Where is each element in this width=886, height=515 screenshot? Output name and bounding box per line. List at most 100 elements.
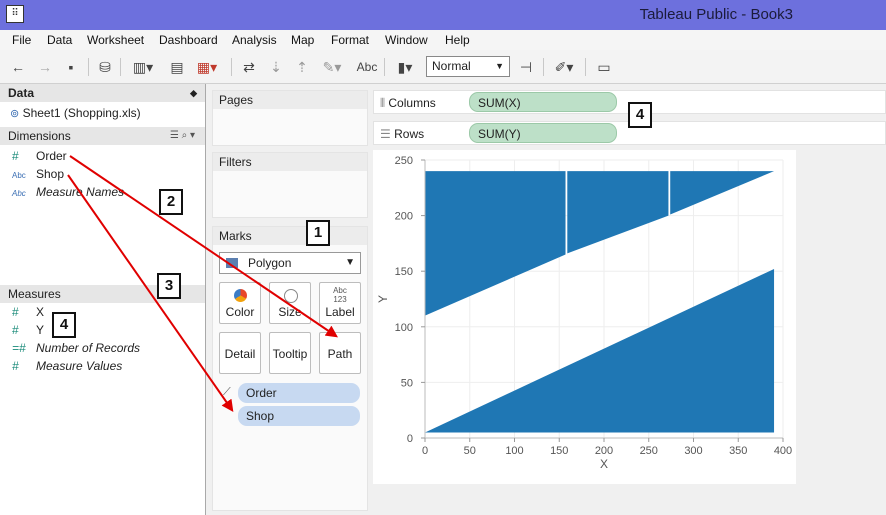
sum-x-pill[interactable]: SUM(X) (469, 92, 617, 112)
data-source-item[interactable]: ⊚ Sheet1 (Shopping.xls) (10, 104, 141, 122)
x-tick-label: 200 (595, 445, 613, 457)
sort-ascending-icon[interactable]: ⇣ (266, 57, 286, 77)
show-me-icon[interactable]: ▮▾ (389, 57, 421, 77)
sum-y-pill[interactable]: SUM(Y) (469, 123, 617, 143)
detail-button[interactable]: Detail (219, 332, 261, 374)
show-labels-button[interactable]: Abc (352, 57, 382, 77)
duplicate-sheet-icon[interactable]: ▤ (166, 57, 188, 77)
filters-card-title: Filters (213, 153, 367, 171)
marks-card-title: Marks (213, 227, 367, 245)
swap-icon[interactable]: ⇄ (239, 57, 259, 77)
shop-detail-pill[interactable]: Shop (238, 406, 360, 426)
number-type-icon: # (12, 149, 19, 163)
clear-sheet-icon[interactable]: ▦▾ (193, 57, 221, 77)
menu-map[interactable]: Map (291, 30, 314, 50)
polygon-chart: 0 50 100 150 200 250 300 350 400 0 50 100 150 200 250 X… (376, 155, 792, 471)
measure-measure-values[interactable]: # Measure Values (12, 357, 122, 375)
menu-analysis[interactable]: Analysis (232, 30, 277, 50)
menu-format[interactable]: Format (331, 30, 369, 50)
detail-button-label: Detail (224, 347, 256, 361)
field-label: X (36, 305, 45, 319)
rows-icon: ☰ (380, 127, 391, 141)
menu-help[interactable]: Help (445, 30, 470, 50)
rows-label-text: Rows (394, 127, 425, 141)
menu-bar: File Data Worksheet Dashboard Analysis M… (0, 30, 886, 50)
y-tick-label: 100 (395, 322, 413, 334)
pages-card[interactable]: Pages (212, 90, 368, 146)
path-line-icon: ⟋ (223, 386, 231, 398)
mark-type-select[interactable]: Polygon ▼ (219, 252, 361, 274)
path-button-label: Path (327, 347, 353, 361)
polygon-mark-3 (567, 171, 669, 254)
dimensions-header: Dimensions ☰ ⌕ ▾ (0, 127, 205, 145)
data-source-name: Sheet1 (Shopping.xls) (22, 106, 141, 120)
datasource-icon: ⊚ (10, 108, 20, 120)
toolbar-separator (88, 58, 89, 76)
calculated-number-icon: =# (12, 341, 26, 355)
search-icon[interactable]: ☰ ⌕ ▾ (170, 127, 195, 145)
back-arrow-icon[interactable]: ← (8, 57, 28, 77)
polygon-mark-4 (670, 171, 775, 215)
forward-arrow-icon[interactable]: → (35, 57, 55, 77)
save-icon[interactable]: ▪ (61, 57, 81, 77)
order-path-pill[interactable]: Order (238, 383, 360, 403)
number-type-icon: # (12, 305, 19, 319)
chart-polygons (425, 171, 775, 433)
sort-descending-icon[interactable]: ⇡ (292, 57, 312, 77)
rows-shelf-label: ☰ Rows (380, 122, 424, 146)
x-tick-label: 250 (640, 445, 658, 457)
data-pane-title: Data (8, 86, 35, 100)
callout-1: 1 (306, 220, 330, 246)
dimension-measure-names[interactable]: Abc Measure Names (12, 183, 124, 201)
measure-x[interactable]: # X (12, 303, 44, 321)
menu-file[interactable]: File (12, 30, 31, 50)
menu-data[interactable]: Data (47, 30, 72, 50)
view-size-select[interactable]: Normal ▼ (426, 56, 510, 77)
toolbar-separator (120, 58, 121, 76)
callout-4-measures: 4 (52, 312, 76, 338)
field-label: Y (36, 323, 45, 337)
polygon-icon (226, 258, 238, 268)
field-label: Shop (36, 167, 65, 181)
measure-y[interactable]: # Y (12, 321, 44, 339)
y-tick-label: 50 (401, 377, 413, 389)
color-button[interactable]: Color (219, 282, 261, 324)
label-icon-bottom: 123 (333, 295, 347, 304)
size-button[interactable]: Size (269, 282, 311, 324)
y-tick-label: 0 (407, 433, 413, 445)
menu-window[interactable]: Window (385, 30, 428, 50)
x-tick-label: 50 (464, 445, 476, 457)
y-tick-label: 150 (395, 266, 413, 278)
collapse-icon[interactable]: ◆ (190, 84, 197, 102)
new-worksheet-icon[interactable]: ▥▾ (127, 57, 159, 77)
measure-number-of-records[interactable]: =# Number of Records (12, 339, 140, 357)
y-tick-label: 250 (395, 155, 413, 167)
format-pen-icon[interactable]: ✐▾ (549, 57, 579, 77)
dimension-shop[interactable]: Abc Shop (12, 165, 64, 183)
window-title: Tableau Public - Book3 (639, 6, 793, 23)
dimensions-title: Dimensions (8, 129, 71, 143)
label-button-label: Label (325, 305, 355, 319)
label-button[interactable]: Abc 123 Label (319, 282, 361, 324)
menu-worksheet[interactable]: Worksheet (87, 30, 144, 50)
columns-label-text: Columns (388, 96, 436, 110)
columns-icon: ⫴ (380, 96, 386, 110)
datasource-icon[interactable]: ⛁ (95, 57, 115, 77)
toolbar: ← → ▪ ⛁ ▥▾ ▤ ▦▾ ⇄ ⇣ ⇡ ✎▾ Abc ▮▾ Normal ▼… (0, 50, 886, 84)
x-tick-label: 350 (729, 445, 747, 457)
toolbar-separator (231, 58, 232, 76)
menu-dashboard[interactable]: Dashboard (159, 30, 218, 50)
presentation-icon[interactable]: ▭ (593, 57, 615, 77)
number-type-icon: # (12, 359, 19, 373)
filters-card[interactable]: Filters (212, 152, 368, 218)
view-size-value: Normal (432, 59, 471, 73)
pin-icon[interactable]: ⊣ (515, 57, 537, 77)
highlight-icon[interactable]: ✎▾ (318, 57, 346, 77)
columns-shelf-label: ⫴ Columns (380, 91, 436, 115)
path-button[interactable]: Path (319, 332, 361, 374)
field-label: Number of Records (36, 341, 141, 355)
data-pane-header: Data ◆ (0, 84, 205, 102)
dimension-order[interactable]: # Order (12, 147, 67, 165)
tooltip-button[interactable]: Tooltip (269, 332, 311, 374)
tooltip-button-label: Tooltip (272, 347, 308, 361)
